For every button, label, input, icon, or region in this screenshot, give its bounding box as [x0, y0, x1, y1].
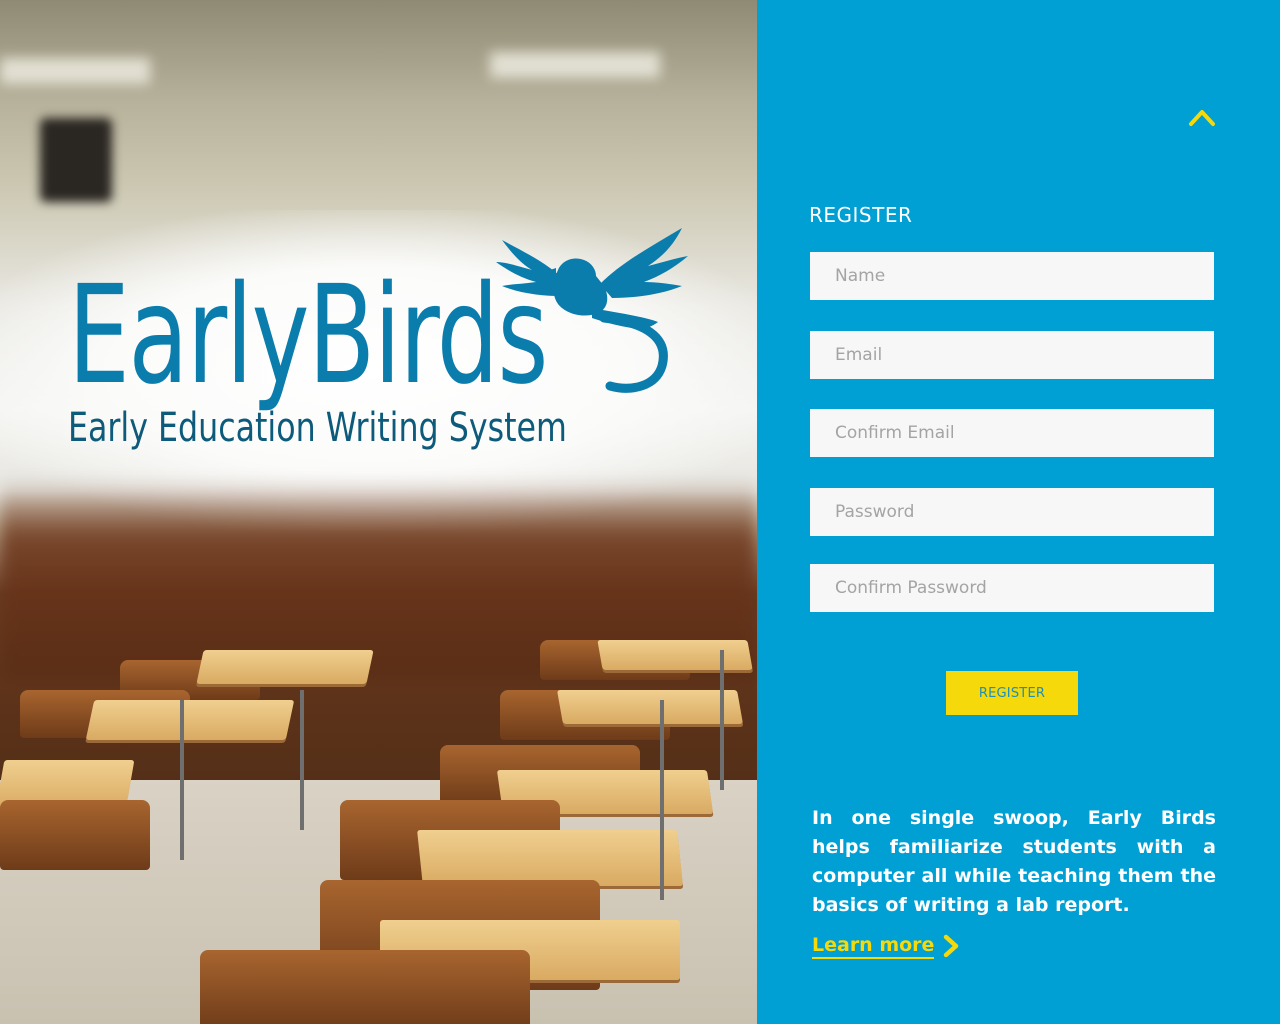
ceiling-light: [490, 52, 660, 78]
logo: EarlyBirds Early Education Writing Syste…: [68, 226, 688, 466]
register-panel: REGISTER REGISTER In one single swoop, E…: [757, 0, 1280, 1024]
speaker: [40, 118, 112, 202]
email-input[interactable]: [810, 331, 1214, 379]
desk-leg: [300, 690, 304, 830]
desk: [417, 830, 683, 886]
learn-more-label: Learn more: [812, 933, 935, 959]
form-title: REGISTER: [809, 203, 913, 227]
register-button[interactable]: REGISTER: [946, 671, 1078, 715]
register-page: EarlyBirds Early Education Writing Syste…: [0, 0, 1280, 1024]
chevron-right-icon: [944, 934, 959, 958]
bird-icon: [496, 228, 688, 393]
confirm-email-input[interactable]: [810, 409, 1214, 457]
desk-leg: [660, 700, 664, 900]
name-input[interactable]: [810, 252, 1214, 300]
desk: [597, 640, 753, 670]
desk: [196, 650, 374, 684]
description-text: In one single swoop, Early Birds helps f…: [812, 807, 1216, 916]
desk-leg: [180, 700, 184, 860]
logo-title: EarlyBirds: [68, 257, 548, 415]
chair: [200, 950, 530, 1024]
chevron-up-icon[interactable]: [1187, 102, 1217, 128]
desk: [85, 700, 295, 740]
confirm-password-input[interactable]: [810, 564, 1214, 612]
learn-more-link[interactable]: Learn more: [812, 930, 962, 962]
ceiling-light: [0, 58, 150, 84]
password-input[interactable]: [810, 488, 1214, 536]
desk-leg: [720, 650, 724, 790]
hero-background: EarlyBirds Early Education Writing Syste…: [0, 0, 757, 1024]
chair: [0, 800, 150, 870]
logo-subtitle: Early Education Writing System: [68, 405, 567, 451]
desk: [557, 690, 743, 724]
